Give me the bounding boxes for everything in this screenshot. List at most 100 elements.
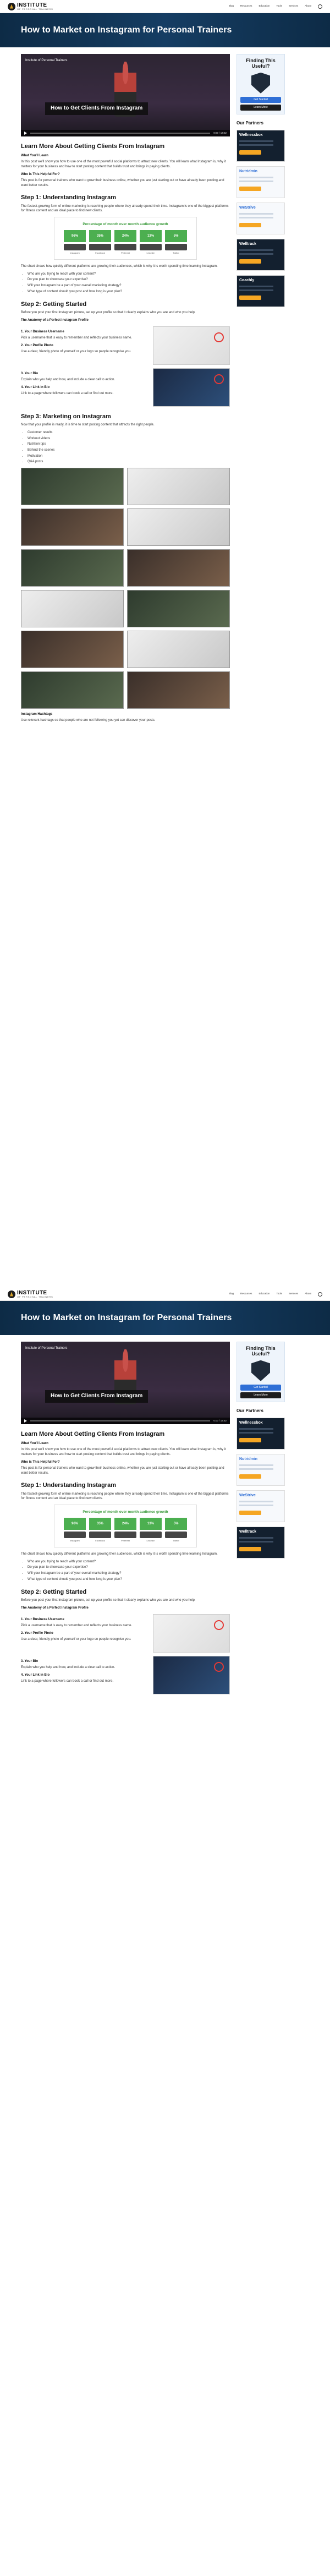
nav-item-blog[interactable]: Blog <box>229 4 234 8</box>
feature-text: Pick a username that is easy to remember… <box>21 1623 133 1627</box>
get-started-button[interactable]: Get Started <box>240 96 281 103</box>
nav-item-services[interactable]: Services <box>289 4 298 8</box>
search-icon[interactable] <box>318 4 322 9</box>
feature-title: 3. Your Bio <box>21 1660 38 1664</box>
logo-text: INSTITUTE <box>17 2 47 8</box>
partner-ad[interactable]: Welltrack <box>237 1526 285 1558</box>
nav-item-resources[interactable]: Resources <box>240 4 252 8</box>
shield-icon <box>251 72 270 94</box>
feature-text: Pick a username that is easy to remember… <box>21 336 133 340</box>
partner-ad[interactable]: Wellnessbox <box>237 1417 285 1450</box>
shield-icon <box>251 1360 270 1381</box>
video-controls: 0:00 / 14:52 <box>21 130 230 136</box>
stat-name: Pinterest <box>121 1539 130 1543</box>
nav-item-services[interactable]: Services <box>289 1292 298 1296</box>
video-time: 0:00 / 14:52 <box>213 131 227 134</box>
video-progress-bar[interactable] <box>30 1420 211 1421</box>
feature-text: Link to a page where followers can book … <box>21 392 114 396</box>
list-item: Who are you trying to reach with your co… <box>28 1560 230 1565</box>
article-main: Institute of Personal Trainers How to Ge… <box>21 1342 230 1698</box>
gallery-image <box>21 468 124 506</box>
gallery-image <box>21 671 124 709</box>
partner-ad[interactable]: Welltrack <box>237 238 285 271</box>
video-player[interactable]: Institute of Personal Trainers How to Ge… <box>21 54 230 136</box>
partners-title: Our Partners <box>237 1408 263 1414</box>
section-heading-intro: Learn More About Getting Clients From In… <box>21 1431 165 1437</box>
feature-title: 2. Your Profile Photo <box>21 1632 53 1636</box>
feature-title: 1. Your Business Username <box>21 330 64 334</box>
feature-title: 3. Your Bio <box>21 372 38 376</box>
pinterest-icon <box>114 1532 136 1539</box>
partner-cta-button[interactable] <box>239 150 261 155</box>
instagram-gallery <box>21 468 230 709</box>
instagram-icon <box>64 1532 86 1539</box>
partner-cta-button[interactable] <box>239 1474 261 1479</box>
feature-text: Explain who you help and how, and includ… <box>21 1665 116 1669</box>
stat-name: Facebook <box>95 1539 105 1543</box>
partner-cta-button[interactable] <box>239 1510 261 1515</box>
stat-item: 96% Instagram <box>64 1518 86 1543</box>
partner-ad[interactable]: Nutridmin <box>237 166 285 198</box>
page-title: How to Market on Instagram for Personal … <box>21 1313 232 1323</box>
partner-cta-button[interactable] <box>239 1437 261 1442</box>
stat-name: Twitter <box>173 1539 179 1543</box>
stat-value: 96% <box>64 230 86 243</box>
video-controls: 0:00 / 14:52 <box>21 1418 230 1424</box>
gallery-image <box>127 671 230 709</box>
video-progress-bar[interactable] <box>30 133 211 134</box>
play-icon[interactable] <box>24 132 27 135</box>
partner-ad[interactable]: Nutridmin <box>237 1453 285 1486</box>
nav-item-education[interactable]: Education <box>258 4 270 8</box>
stat-value: 13% <box>140 1518 162 1530</box>
site-logo[interactable]: INSTITUTE OF PERSONAL TRAINERS <box>8 2 53 10</box>
feature-text: Link to a page where followers can book … <box>21 1680 114 1683</box>
partner-ad[interactable]: Wellnessbox <box>237 129 285 162</box>
partner-cta-button[interactable] <box>239 295 261 300</box>
video-player[interactable]: Institute of Personal Trainers How to Ge… <box>21 1342 230 1424</box>
partner-ad[interactable]: Coachly <box>237 275 285 307</box>
partner-name: Wellnessbox <box>239 1420 263 1425</box>
partner-cta-button[interactable] <box>239 1546 261 1551</box>
partners-title: Our Partners <box>237 121 263 126</box>
nav-item-about[interactable]: About <box>305 4 311 8</box>
nav-item-education[interactable]: Education <box>258 1292 270 1296</box>
list-item: Who are you trying to reach with your co… <box>28 272 230 277</box>
stat-item: 5% Twitter <box>165 1518 187 1543</box>
feature-title: 4. Your Link in Bio <box>21 1673 50 1677</box>
partner-name: Welltrack <box>239 1529 256 1534</box>
search-icon[interactable] <box>318 1292 322 1297</box>
partner-ad[interactable]: WeStrive <box>237 1490 285 1522</box>
nav-item-tools[interactable]: Tools <box>276 4 282 8</box>
learn-more-button[interactable]: Learn More <box>240 1392 281 1399</box>
stat-value: 5% <box>165 1518 187 1530</box>
gallery-image <box>127 631 230 669</box>
partner-cta-button[interactable] <box>239 186 261 191</box>
stat-name: Facebook <box>95 251 105 255</box>
stat-item: 35% Facebook <box>89 1518 111 1543</box>
twitter-icon <box>165 1532 187 1539</box>
get-started-button[interactable]: Get Started <box>240 1384 281 1391</box>
paragraph: The fastest-growing form of online marke… <box>21 1492 229 1501</box>
nav-item-tools[interactable]: Tools <box>276 1292 282 1296</box>
nav-item-about[interactable]: About <box>305 1292 311 1296</box>
nav-item-blog[interactable]: Blog <box>229 1292 234 1296</box>
logo-icon <box>8 2 15 10</box>
partner-cta-button[interactable] <box>239 222 261 227</box>
linkedin-icon <box>140 1532 162 1539</box>
gallery-image <box>127 468 230 506</box>
learn-more-button[interactable]: Learn More <box>240 104 281 111</box>
play-icon[interactable] <box>24 1419 27 1423</box>
page-copy: INSTITUTE OF PERSONAL TRAINERS Blog Reso… <box>0 1288 330 2575</box>
site-logo[interactable]: INSTITUTE OF PERSONAL TRAINERS <box>8 1290 53 1298</box>
partner-ad[interactable]: WeStrive <box>237 202 285 234</box>
partner-cta-button[interactable] <box>239 259 261 264</box>
main-nav: Blog Resources Education Tools Services … <box>229 4 322 9</box>
nav-item-resources[interactable]: Resources <box>240 1292 252 1296</box>
subheading-what: What You'll Learn <box>21 154 48 158</box>
feature-text: Explain who you help and how, and includ… <box>21 378 116 381</box>
stat-value: 24% <box>114 230 136 243</box>
subheading-who: Who is This Helpful For? <box>21 173 60 177</box>
linkedin-icon <box>140 244 162 251</box>
bullet-list: Who are you trying to reach with your co… <box>28 272 230 294</box>
video-caption: How to Get Clients From Instagram <box>45 102 148 115</box>
